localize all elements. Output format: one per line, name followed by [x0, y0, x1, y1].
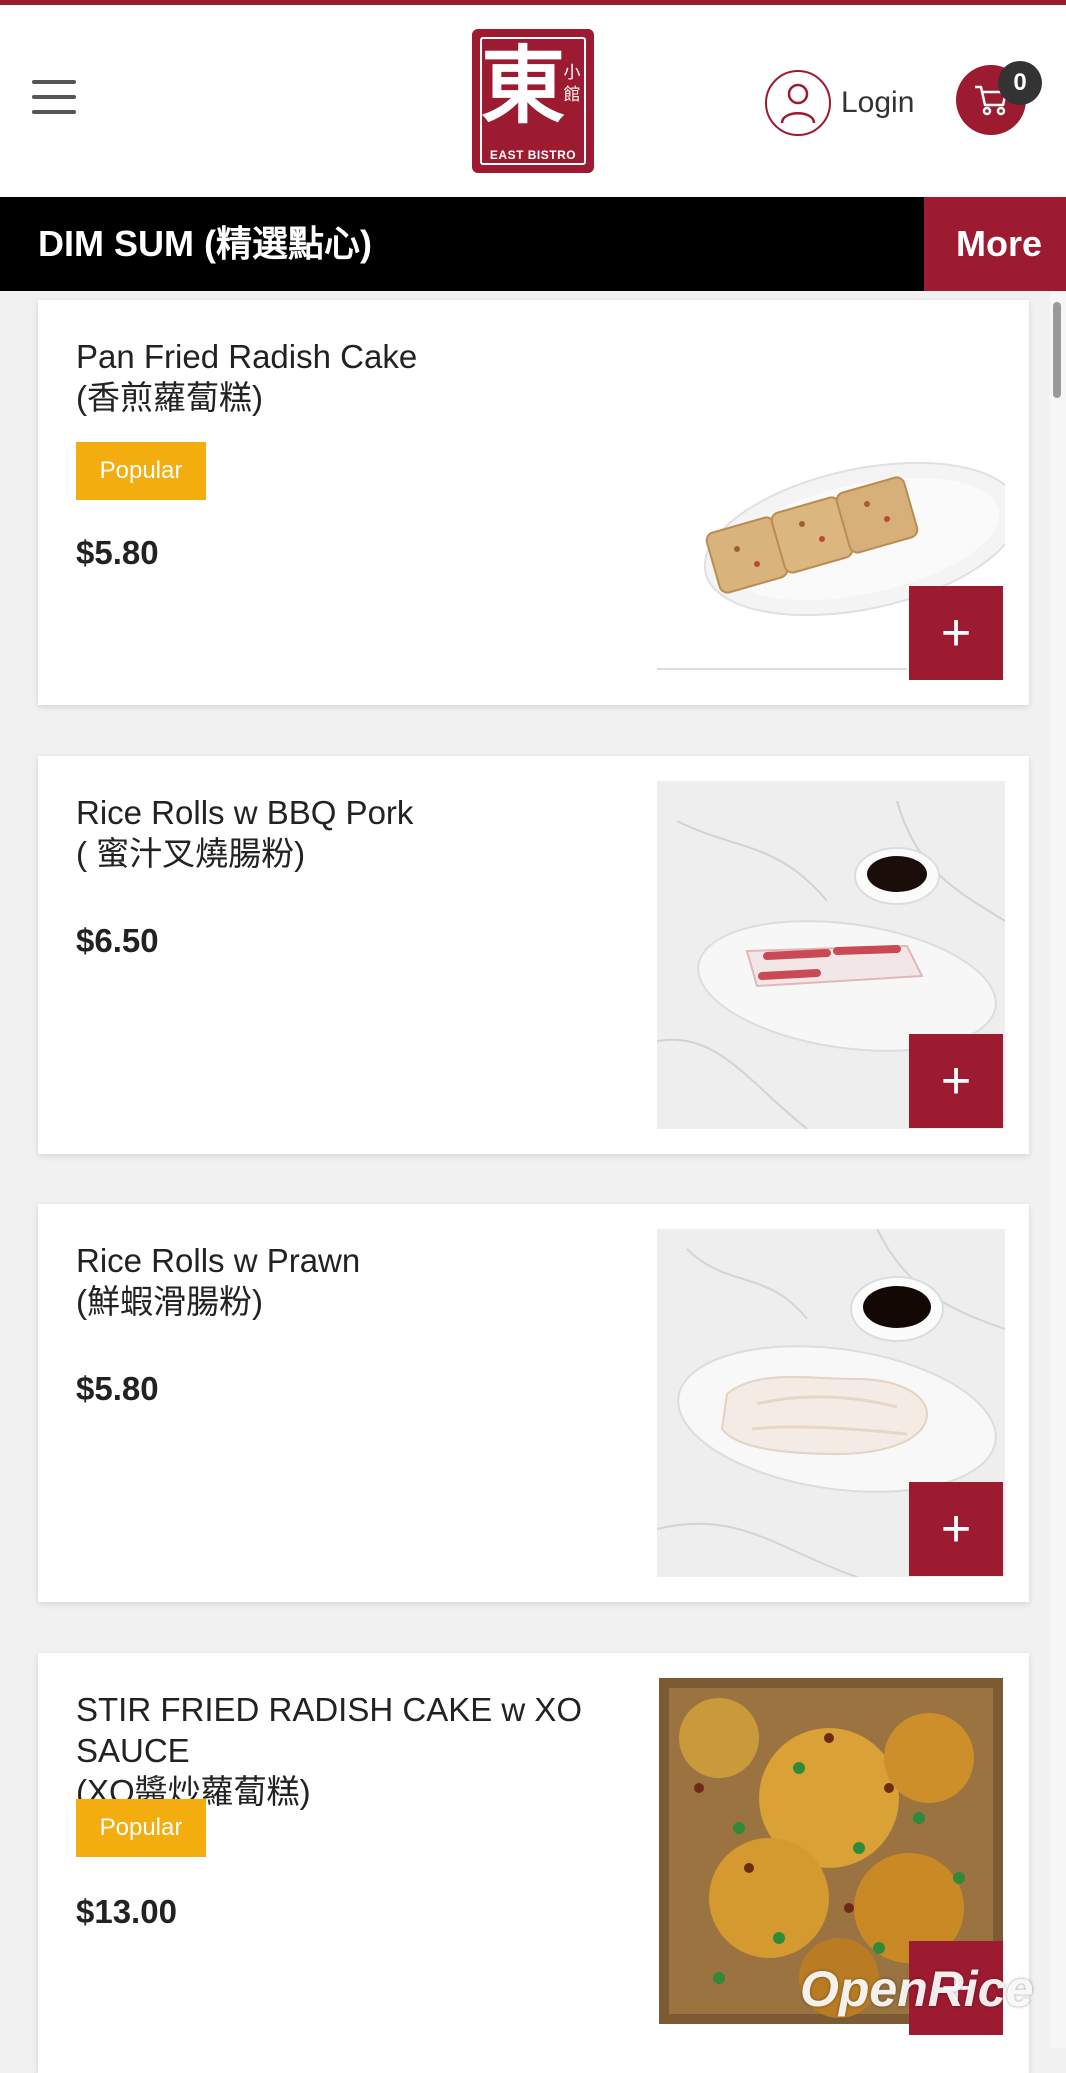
item-price: $13.00 — [76, 1893, 177, 1930]
item-name-en: Rice Rolls w BBQ Pork — [76, 794, 414, 831]
more-button[interactable]: More — [924, 197, 1066, 291]
logo-main-char: 東 — [481, 36, 566, 135]
cart-button[interactable]: 0 — [956, 61, 1042, 135]
item-name-en: STIR FRIED RADISH CAKE w XO SAUCE — [76, 1691, 583, 1769]
menu-item-card[interactable]: Rice Rolls w BBQ Pork ( 蜜汁叉燒腸粉) $6.50 + — [38, 756, 1029, 1154]
item-name-en: Rice Rolls w Prawn — [76, 1242, 361, 1279]
cart-count-badge: 0 — [998, 61, 1042, 105]
item-name: Rice Rolls w BBQ Pork ( 蜜汁叉燒腸粉) — [76, 792, 636, 874]
popular-badge: Popular — [76, 1799, 206, 1857]
scrollbar-thumb[interactable] — [1053, 302, 1061, 398]
menu-item-card[interactable]: Pan Fried Radish Cake (香煎蘿蔔糕) Popular $5… — [38, 300, 1029, 705]
item-name-zh: (香煎蘿蔔糕) — [76, 379, 263, 416]
logo[interactable]: 東 小館 EAST BISTRO — [472, 29, 594, 173]
logo-side-chars: 小館 — [563, 63, 581, 104]
openrice-watermark: OpenRice — [800, 1961, 1034, 2017]
category-title: DIM SUM (精選點心) — [38, 223, 372, 264]
add-to-cart-button[interactable]: + — [909, 1034, 1003, 1128]
add-to-cart-button[interactable]: + — [909, 1482, 1003, 1576]
item-price: $6.50 — [76, 922, 159, 959]
popular-badge: Popular — [76, 442, 206, 500]
menu-icon[interactable] — [32, 80, 76, 114]
site-header: 東 小館 EAST BISTRO Login 0 — [0, 5, 1066, 197]
item-name: Rice Rolls w Prawn (鮮蝦滑腸粉) — [76, 1240, 636, 1322]
user-icon — [765, 70, 831, 136]
item-name-en: Pan Fried Radish Cake — [76, 338, 418, 375]
add-to-cart-button[interactable]: + — [909, 586, 1003, 680]
logo-name: EAST BISTRO — [489, 148, 577, 162]
item-price: $5.80 — [76, 534, 159, 571]
item-name-zh: (鮮蝦滑腸粉) — [76, 1283, 263, 1320]
login-button[interactable]: Login — [765, 67, 914, 139]
item-price: $5.80 — [76, 1370, 159, 1407]
login-label: Login — [841, 86, 915, 119]
item-name: Pan Fried Radish Cake (香煎蘿蔔糕) — [76, 336, 636, 418]
category-bar: DIM SUM (精選點心) More — [0, 197, 1066, 291]
item-name-zh: ( 蜜汁叉燒腸粉) — [76, 835, 306, 872]
scrollbar-track[interactable] — [1050, 291, 1066, 2048]
menu-item-card[interactable]: Rice Rolls w Prawn (鮮蝦滑腸粉) $5.80 + — [38, 1204, 1029, 1602]
